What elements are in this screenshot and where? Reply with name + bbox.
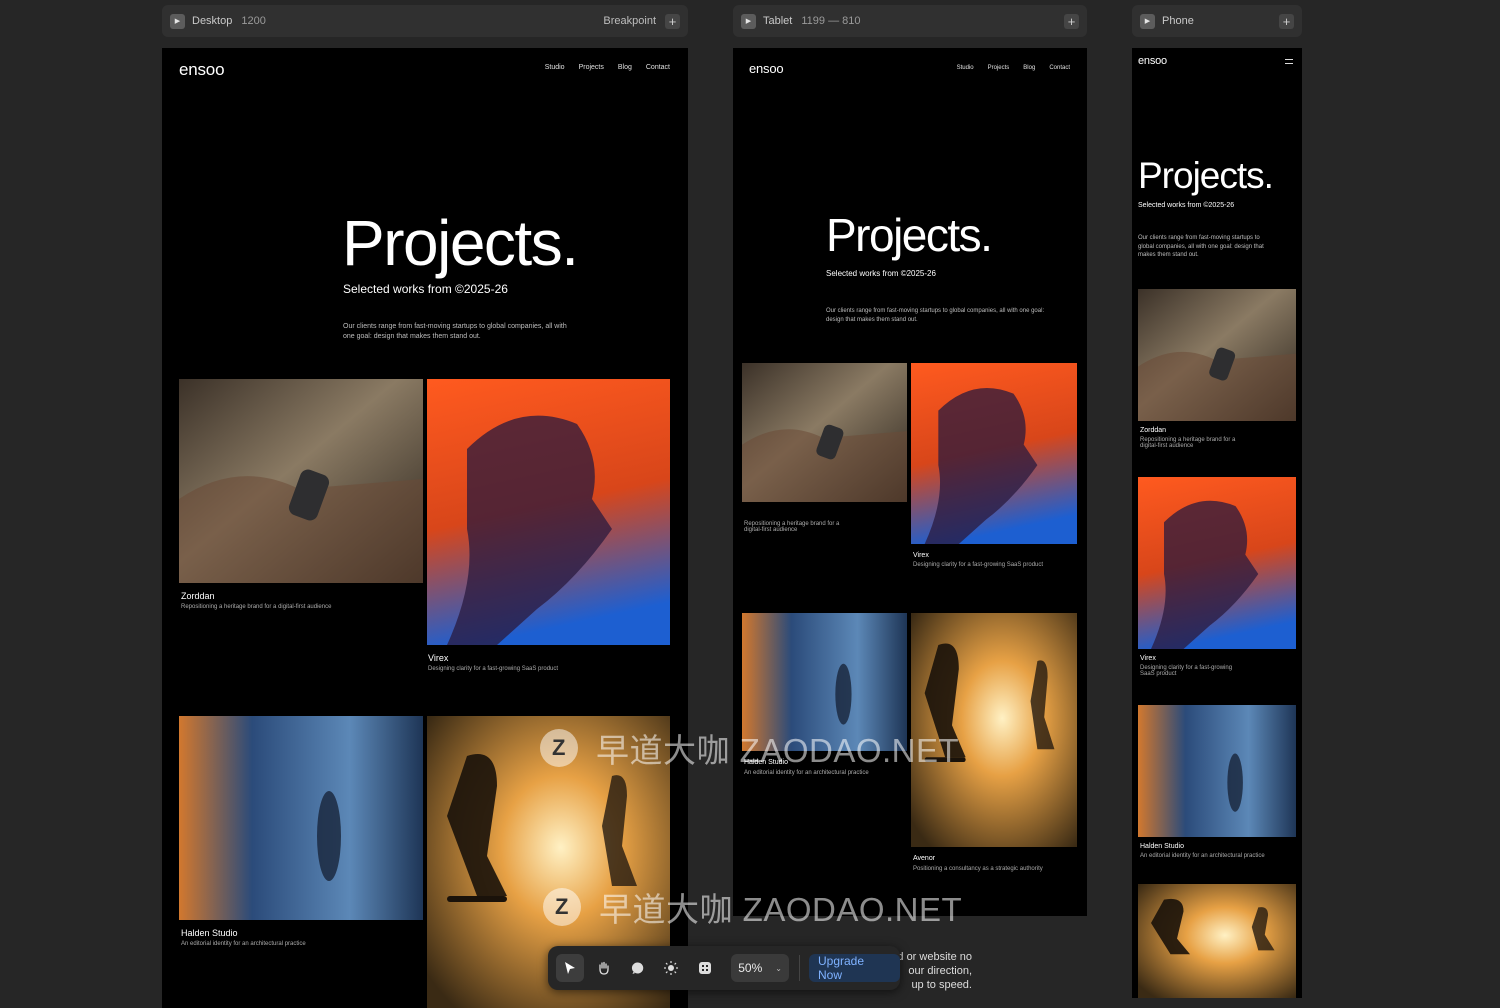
intro-text: Our clients range from fast-moving start… [1138,235,1264,259]
project-desc: Repositioning a heritage brand for a dig… [181,604,332,610]
desktop-breakpoint-bar[interactable]: ▶ Desktop 1200 Breakpoint + [162,5,688,37]
upgrade-button[interactable]: Upgrade Now [808,954,900,982]
project-image-zorddan[interactable] [742,363,907,502]
page-title: Projects. [1138,155,1274,196]
project-desc: Repositioning a heritage brand for a dig… [744,521,840,533]
project-desc: An editorial identity for an architectur… [181,941,306,947]
project-title[interactable]: Zorddan [181,591,215,601]
phone-frame[interactable]: ensoo Projects. Selected works from ©202… [1132,48,1302,998]
watermark-text: 早道大咖 ZAODAO.NET [599,891,963,928]
project-image-virex[interactable] [1138,477,1296,649]
watermark-logo: Z [543,888,581,926]
comment-icon[interactable] [624,954,652,982]
project-image-avenor[interactable] [1138,884,1296,998]
zoom-select[interactable]: 50% ⌄ [731,954,789,982]
nav-contact[interactable]: Contact [646,64,670,71]
menu-icon[interactable] [1285,59,1293,64]
theme-icon[interactable] [658,954,686,982]
project-image-halden-studio[interactable] [179,716,423,920]
add-breakpoint-icon[interactable]: + [665,13,680,29]
select-icon[interactable] [556,954,584,982]
project-image-zorddan[interactable] [1138,289,1296,421]
canvas-toolbar: 50% ⌄ Upgrade Now [548,946,900,990]
page-subtitle: Selected works from ©2025-26 [343,282,508,296]
project-desc: Designing clarity for a fast-growing Saa… [913,562,1044,568]
project-desc: Designing clarity for a fast-growing Saa… [428,666,559,672]
nav-contact[interactable]: Contact [1049,65,1070,71]
project-image-virex[interactable] [427,379,670,645]
nav-blog[interactable]: Blog [1023,65,1035,71]
watermark-text: 早道大咖 ZAODAO.NET [596,732,960,769]
project-image-virex[interactable] [911,363,1077,544]
page-subtitle: Selected works from ©2025-26 [1138,202,1235,209]
breakpoint-name: Desktop [192,15,233,27]
tablet-frame[interactable]: ensoo Studio Projects Blog Contact Proje… [733,48,1087,916]
project-title[interactable]: Halden Studio [1140,843,1184,850]
play-icon[interactable]: ▶ [741,13,756,29]
breakpoint-label[interactable]: Breakpoint [603,15,656,27]
play-icon[interactable]: ▶ [170,13,185,29]
desktop-frame[interactable]: ensoo Studio Projects Blog Contact Proje… [162,48,688,1008]
site-logo[interactable]: ensoo [749,61,784,76]
add-breakpoint-icon[interactable]: + [1064,13,1079,29]
intro-text: Our clients range from fast-moving start… [343,323,567,341]
watermark: Z 早道大咖 ZAODAO.NET [540,724,959,772]
site-nav: Studio Projects Blog Contact [943,65,1070,71]
chevron-down-icon: ⌄ [775,963,782,973]
breakpoint-name: Phone [1162,15,1194,27]
project-desc: An editorial identity for an architectur… [1140,853,1265,859]
nav-projects[interactable]: Projects [579,64,604,71]
site-logo[interactable]: ensoo [1138,55,1167,67]
breakpoint-size: 1199 — 810 [801,15,861,27]
hand-icon[interactable] [590,954,618,982]
breakpoint-name: Tablet [763,15,793,27]
watermark-logo: Z [540,729,578,767]
site-logo[interactable]: ensoo [179,60,225,80]
tablet-breakpoint-bar[interactable]: ▶ Tablet 1199 — 810 + [733,5,1087,37]
nav-projects[interactable]: Projects [988,65,1010,71]
components-icon[interactable] [691,954,719,982]
project-image-halden-studio[interactable] [1138,705,1296,837]
toolbar-divider [798,955,800,981]
nav-blog[interactable]: Blog [618,64,632,71]
breakpoint-size: 1200 [241,15,266,27]
add-breakpoint-icon[interactable]: + [1279,13,1294,29]
project-title[interactable]: Zorddan [1140,427,1166,434]
project-desc: Repositioning a heritage brand for a dig… [1140,437,1236,449]
project-title[interactable]: Virex [428,653,448,663]
page-title: Projects. [342,207,579,279]
nav-studio[interactable]: Studio [545,64,565,71]
intro-text: Our clients range from fast-moving start… [826,308,1045,323]
project-desc: Positioning a consultancy as a strategic… [913,866,1043,872]
play-icon[interactable]: ▶ [1140,13,1155,29]
project-title[interactable]: Halden Studio [181,928,238,938]
site-nav: Studio Projects Blog Contact [531,64,670,71]
page-title: Projects. [826,209,993,261]
page-subtitle: Selected works from ©2025-26 [826,269,936,278]
nav-studio[interactable]: Studio [957,65,974,71]
project-desc: Designing clarity for a fast-growing Saa… [1140,665,1233,677]
project-title[interactable]: Virex [913,552,929,559]
project-image-zorddan[interactable] [179,379,423,583]
watermark: Z 早道大咖 ZAODAO.NET [543,883,962,931]
project-title[interactable]: Virex [1140,655,1156,662]
phone-breakpoint-bar[interactable]: ▶ Phone + [1132,5,1302,37]
zoom-value: 50% [738,961,763,975]
project-title[interactable]: Avenor [913,855,935,862]
